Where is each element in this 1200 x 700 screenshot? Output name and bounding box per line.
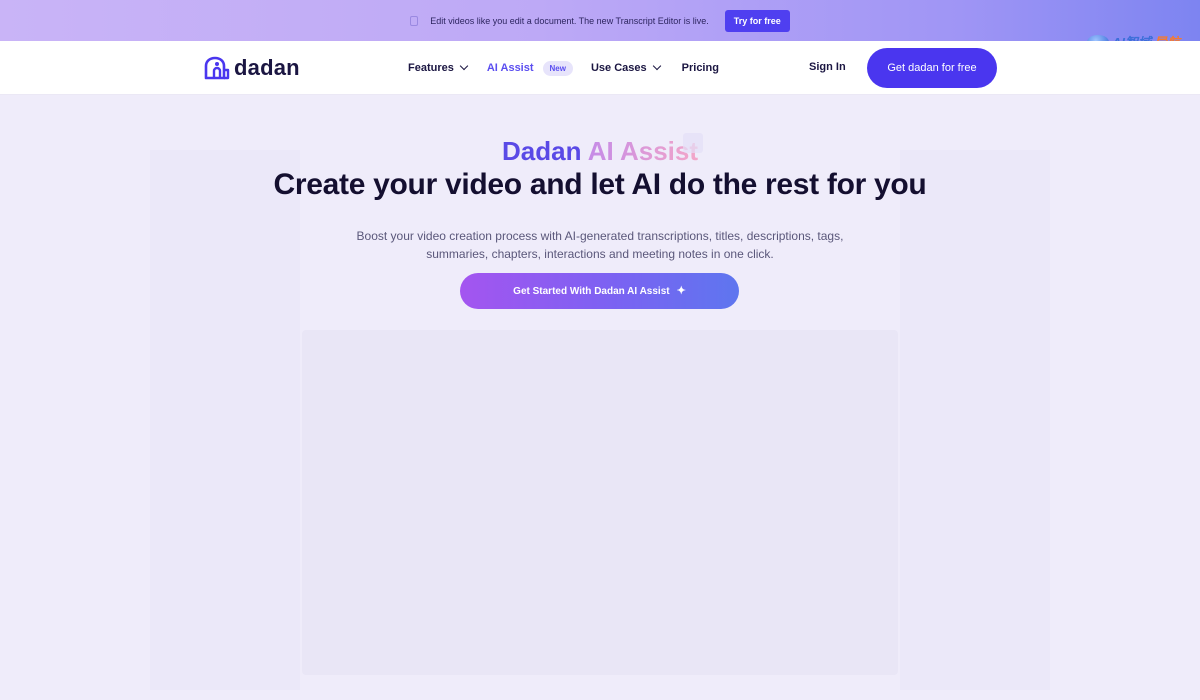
nav-links: Features AI Assist New Use Cases Pricing [408,41,719,95]
nav-item-ai-assist[interactable]: AI Assist New [486,60,573,76]
eyebrow-product: AI Assist [587,136,699,166]
eyebrow-brand: Dadan [501,136,582,166]
sign-in-link[interactable]: Sign In [809,61,846,73]
background-glow-left [150,150,300,690]
document-icon [410,15,419,26]
hero-eyebrow: Dadan AI Assist [0,136,1200,167]
nav-item-label: Features [408,62,454,74]
sparkle-decoration-icon [683,133,703,153]
top-navigation: dadan Features AI Assist New Use Cases P… [0,41,1200,95]
dadan-logo[interactable]: dadan [203,55,300,81]
hero-subtitle: Boost your video creation process with A… [356,229,844,261]
nav-item-use-cases[interactable]: Use Cases [590,61,661,74]
nav-item-label: Use Cases [590,62,647,74]
nav-item-label: AI Assist [486,62,534,74]
nav-item-features[interactable]: Features [408,61,469,74]
nav-item-pricing[interactable]: Pricing [682,62,719,74]
get-started-ai-assist-button[interactable]: Get Started With Dadan AI Assist ✦ [460,273,739,309]
new-badge: New [542,60,573,76]
dadan-logo-icon [204,56,230,80]
announcement-banner: Edit videos like you edit a document. Th… [0,0,1200,41]
banner-text: Edit videos like you edit a document. Th… [430,15,709,26]
video-preview-area[interactable] [302,330,898,675]
nav-item-label: Pricing [681,62,719,74]
get-dadan-free-button[interactable]: Get dadan for free [867,48,997,88]
chevron-down-icon [652,61,661,71]
try-for-free-button[interactable]: Try for free [724,9,790,32]
background-glow-right [900,150,1050,690]
chevron-down-icon [459,61,469,71]
logo-text: dadan [234,55,300,80]
hero-title: Create your video and let AI do the rest… [273,168,927,201]
cta-label: Get Started With Dadan AI Assist [513,285,670,297]
sparkle-icon: ✦ [676,284,686,297]
